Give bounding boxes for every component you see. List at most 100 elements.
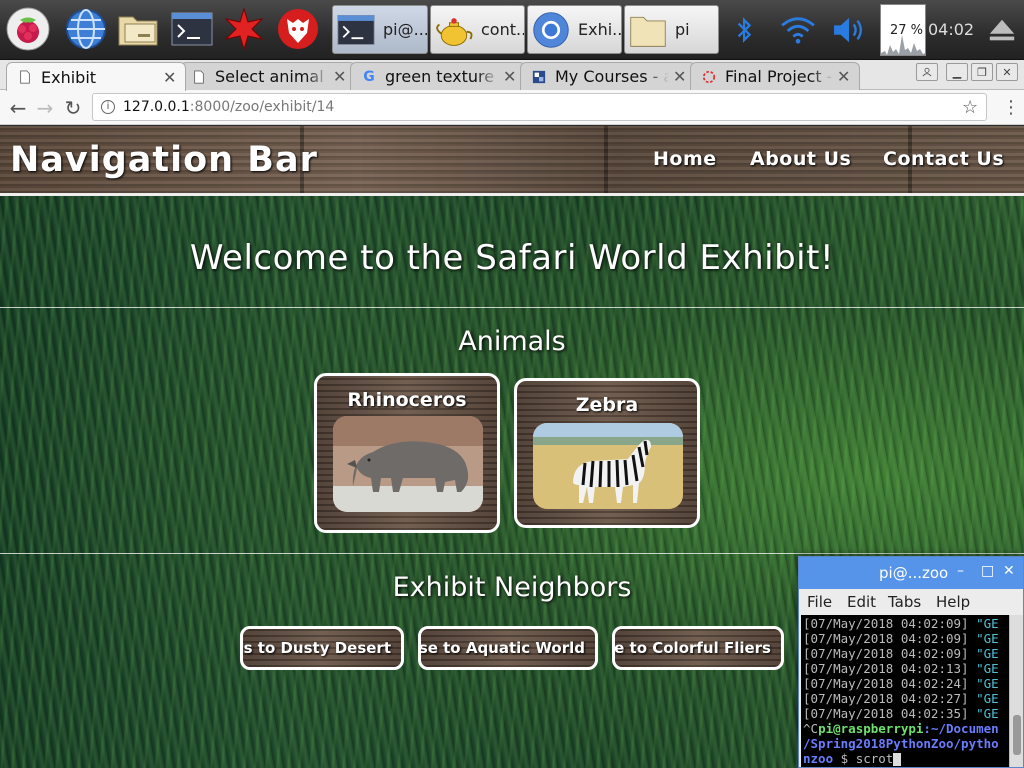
menu-help[interactable]: Help: [936, 593, 970, 611]
teapot-icon: [431, 7, 477, 53]
rhinoceros-photo: [333, 416, 483, 512]
taskbar-task-file-manager[interactable]: pi: [624, 5, 719, 54]
nav-link-about-us[interactable]: About Us: [750, 148, 851, 170]
prompt-line: /Spring2018PythonZoo/pytho: [803, 736, 999, 751]
courses-icon: [531, 69, 547, 85]
file-manager-icon[interactable]: [115, 6, 161, 52]
log-line: [07/May/2018 04:02:35] "GE: [803, 706, 999, 721]
taskbar-task-label: pi: [675, 20, 690, 39]
animal-card-rhinoceros[interactable]: Rhinoceros: [314, 373, 500, 533]
page-title: Welcome to the Safari World Exhibit!: [189, 238, 835, 278]
nav-link-home[interactable]: Home: [653, 148, 717, 170]
minimize-icon[interactable]: –: [957, 563, 964, 579]
taskbar-task-terminal[interactable]: pi@...: [332, 5, 428, 54]
close-icon[interactable]: ✕: [333, 67, 347, 86]
animal-name: Zebra: [575, 394, 639, 416]
terminal-scrollbar[interactable]: [1009, 615, 1023, 767]
forward-arrow-icon[interactable]: →: [32, 95, 58, 121]
folder-icon: [625, 7, 671, 53]
tab-select-animal[interactable]: Select animal to ✕: [180, 62, 356, 90]
nav-link-contact-us[interactable]: Contact Us: [883, 148, 1004, 170]
tab-my-courses[interactable]: My Courses - all ✕: [520, 62, 696, 90]
raspberry-menu-icon[interactable]: [5, 6, 51, 52]
info-icon[interactable]: i: [101, 100, 115, 114]
profile-icon[interactable]: [916, 63, 938, 81]
log-line: [07/May/2018 04:02:09] "GE: [803, 616, 999, 631]
wifi-icon[interactable]: [778, 10, 818, 50]
minimize-button[interactable]: ▁: [946, 63, 968, 81]
google-icon: G: [363, 68, 375, 85]
taskbar: pi@... cont... Exhi... pi 27 % 04:02: [0, 0, 1024, 60]
animals-heading: Animals: [458, 326, 566, 357]
clock[interactable]: 04:02: [928, 20, 974, 39]
menu-edit[interactable]: Edit: [847, 593, 876, 611]
close-icon[interactable]: ✕: [503, 67, 517, 86]
tab-green-texture[interactable]: G green texture - Go ✕: [350, 62, 526, 90]
terminal-titlebar[interactable]: pi@...zoo – □ ✕: [799, 557, 1023, 589]
terminal-menubar: File Edit Tabs Help: [799, 589, 1023, 615]
terminal-launcher-icon[interactable]: [169, 6, 215, 52]
text-cursor: [893, 753, 902, 766]
cpu-percent: 27 %: [890, 23, 924, 38]
close-icon[interactable]: ✕: [673, 67, 687, 86]
menu-file[interactable]: File: [807, 593, 832, 611]
log-line: [07/May/2018 04:02:09] "GE: [803, 631, 999, 646]
log-line: [07/May/2018 04:02:09] "GE: [803, 646, 999, 661]
terminal-icon: [333, 7, 379, 53]
page-icon: [17, 69, 33, 85]
close-icon[interactable]: ✕: [837, 67, 851, 86]
wolfram-icon[interactable]: [275, 6, 321, 52]
taskbar-task-text-editor[interactable]: cont...: [430, 5, 525, 54]
page-icon: [191, 69, 207, 85]
site-navbar: Navigation Bar Home About Us Contact Us: [0, 126, 1024, 196]
web-browser-icon[interactable]: [63, 6, 109, 52]
log-line: [07/May/2018 04:02:24] "GE: [803, 676, 999, 691]
reload-icon[interactable]: ↻: [60, 95, 86, 121]
bookmark-star-icon[interactable]: ☆: [962, 97, 978, 118]
animal-card-zebra[interactable]: Zebra: [514, 378, 700, 528]
browser-toolbar: ← → ↻ i 127.0.0.1:8000/zoo/exhibit/14 ☆ …: [0, 90, 1024, 125]
close-icon[interactable]: ✕: [1003, 563, 1015, 579]
close-icon[interactable]: ✕: [163, 68, 177, 87]
terminal-window[interactable]: pi@...zoo – □ ✕ File Edit Tabs Help [07/…: [798, 556, 1024, 768]
taskbar-task-chromium[interactable]: Exhi...: [527, 5, 622, 54]
scrollbar-thumb[interactable]: [1013, 715, 1021, 755]
maximize-icon[interactable]: □: [981, 563, 994, 579]
mathematica-icon[interactable]: [221, 6, 267, 52]
neighbor-button-dusty-desert[interactable]: s to Dusty Desert: [240, 626, 404, 670]
menu-dots-icon[interactable]: ⋮: [1002, 97, 1020, 118]
loading-spinner-icon: [701, 69, 717, 85]
menu-tabs[interactable]: Tabs: [888, 593, 921, 611]
chromium-icon: [528, 7, 574, 53]
tab-strip: Exhibit ✕ Select animal to ✕ G green tex…: [0, 60, 1024, 144]
taskbar-task-label: cont...: [481, 20, 524, 39]
neighbor-button-colorful-fliers[interactable]: e to Colorful Fliers: [612, 626, 784, 670]
maximize-button[interactable]: ❐: [971, 63, 993, 81]
url-host: 127.0.0.1: [123, 99, 190, 115]
address-bar[interactable]: i 127.0.0.1:8000/zoo/exhibit/14: [92, 93, 987, 121]
prompt-line: ^Cpi@raspberrypi:~/Documen: [803, 721, 999, 736]
log-line: [07/May/2018 04:02:13] "GE: [803, 661, 999, 676]
divider: [0, 307, 1024, 308]
tab-exhibit[interactable]: Exhibit ✕: [6, 62, 186, 91]
taskbar-task-label: Exhi...: [578, 20, 621, 39]
divider: [0, 553, 1024, 554]
command-text: scrot: [855, 751, 894, 766]
volume-icon[interactable]: [830, 10, 870, 50]
neighbor-button-aquatic-world[interactable]: se to Aquatic World: [418, 626, 598, 670]
navbar-brand[interactable]: Navigation Bar: [10, 140, 318, 180]
animal-name: Rhinoceros: [347, 389, 467, 411]
prompt-line: nzoo $ scrot: [801, 751, 1009, 766]
tab-final-project[interactable]: Final Project - D ✕: [690, 62, 860, 90]
taskbar-task-label: pi@...: [383, 20, 427, 39]
close-window-button[interactable]: ✕: [996, 63, 1018, 81]
terminal-output[interactable]: [07/May/2018 04:02:09] "GE [07/May/2018 …: [801, 615, 1009, 767]
eject-icon[interactable]: [982, 10, 1022, 50]
log-line: [07/May/2018 04:02:27] "GE: [803, 691, 999, 706]
bluetooth-icon[interactable]: [725, 10, 765, 50]
back-arrow-icon[interactable]: ←: [5, 95, 31, 121]
cpu-monitor[interactable]: 27 %: [880, 4, 926, 56]
terminal-title: pi@...zoo: [879, 564, 949, 582]
url-path: :8000/zoo/exhibit/14: [189, 99, 335, 115]
zebra-photo: [533, 423, 683, 509]
